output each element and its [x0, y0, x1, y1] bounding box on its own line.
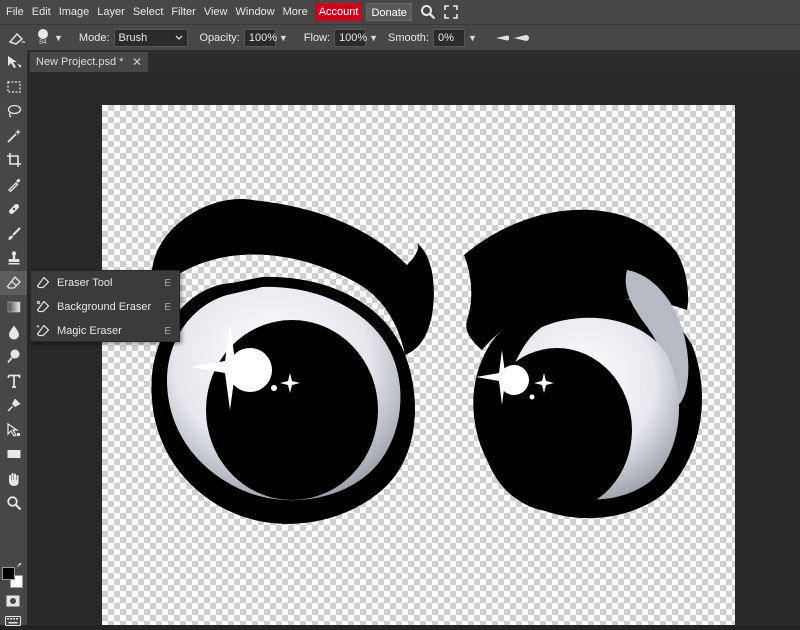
tools-panel — [0, 50, 27, 626]
menu-filter[interactable]: Filter — [167, 0, 199, 24]
brush-size-picker[interactable]: 84 — [35, 28, 51, 47]
flyout-magic-eraser[interactable]: Magic Eraser E — [31, 319, 179, 343]
fullscreen-icon[interactable] — [444, 5, 458, 19]
flyout-eraser-tool[interactable]: Eraser Tool E — [31, 271, 179, 295]
hand-tool-icon[interactable] — [0, 467, 27, 492]
document-tab-title: New Project.psd * — [36, 56, 124, 68]
gradient-tool-icon[interactable] — [0, 295, 27, 320]
shortcut-key: E — [164, 277, 171, 289]
pen-tool-icon[interactable] — [0, 393, 27, 418]
eraser-tool-flyout: Eraser Tool E Background Eraser E Magic … — [30, 270, 180, 342]
menu-view[interactable]: View — [200, 0, 232, 24]
smooth-input[interactable]: 0% — [432, 28, 465, 47]
canvas[interactable] — [102, 105, 735, 625]
pressure-size-icon[interactable] — [513, 34, 529, 42]
account-button[interactable]: Account — [314, 3, 363, 21]
shortcut-key: E — [164, 301, 171, 313]
mode-select[interactable]: Brush — [113, 28, 188, 47]
document-tab[interactable]: New Project.psd * ✕ — [30, 52, 148, 72]
eraser-preset-icon[interactable] — [7, 30, 27, 46]
mode-label: Mode: — [78, 31, 110, 44]
foreground-color-swatch[interactable] — [2, 567, 15, 580]
menu-more[interactable]: More — [279, 0, 312, 24]
brush-dropdown-icon[interactable]: ▼ — [54, 33, 63, 43]
crop-tool-icon[interactable] — [0, 148, 27, 173]
menu-image[interactable]: Image — [55, 0, 94, 24]
flow-input[interactable]: 100% — [334, 28, 367, 47]
smooth-dropdown-icon[interactable]: ▼ — [468, 33, 477, 43]
flow-dropdown-icon[interactable]: ▼ — [369, 33, 378, 43]
flyout-item-label: Background Eraser — [57, 301, 152, 313]
brush-size-value: 84 — [39, 38, 47, 46]
cartoon-eyes-artwork — [151, 199, 702, 524]
chevron-down-icon — [175, 35, 182, 40]
close-icon[interactable]: ✕ — [132, 52, 142, 72]
flow-label: Flow: — [303, 31, 331, 44]
marquee-tool-icon[interactable] — [0, 75, 27, 100]
brush-dot-icon — [38, 28, 48, 39]
flyout-item-label: Magic Eraser — [57, 325, 122, 337]
healing-tool-icon[interactable] — [0, 197, 27, 222]
menu-edit[interactable]: Edit — [28, 0, 55, 24]
tool-options-bar: 84 ▼ Mode: Brush Opacity: 100% ▼ Flow: 1… — [0, 24, 800, 50]
mode-value: Brush — [118, 31, 148, 44]
move-tool-icon[interactable] — [0, 50, 27, 75]
pressure-opacity-icon[interactable] — [495, 34, 509, 42]
path-select-tool-icon[interactable] — [0, 418, 27, 443]
clone-stamp-tool-icon[interactable] — [0, 246, 27, 271]
brush-tool-icon[interactable] — [0, 222, 27, 247]
zoom-tool-icon[interactable] — [0, 491, 27, 516]
opacity-label: Opacity: — [199, 31, 240, 44]
lasso-tool-icon[interactable] — [0, 99, 27, 124]
document-tab-bar: New Project.psd * ✕ — [27, 50, 800, 72]
menu-select[interactable]: Select — [129, 0, 168, 24]
shortcut-key: E — [164, 325, 171, 337]
smooth-label: Smooth: — [387, 31, 429, 44]
swap-colors-icon[interactable] — [17, 563, 25, 571]
eraser-tool-icon[interactable] — [0, 270, 27, 295]
menu-file[interactable]: File — [2, 0, 28, 24]
eraser-icon — [36, 276, 50, 290]
opacity-dropdown-icon[interactable]: ▼ — [279, 33, 288, 43]
type-tool-icon[interactable] — [0, 369, 27, 394]
magic-wand-tool-icon[interactable] — [0, 124, 27, 149]
search-icon[interactable] — [420, 4, 436, 20]
donate-button[interactable]: Donate — [366, 3, 412, 21]
quick-mask-icon[interactable] — [6, 595, 20, 607]
magic-eraser-icon — [36, 324, 50, 338]
blur-tool-icon[interactable] — [0, 320, 27, 345]
menu-layer[interactable]: Layer — [93, 0, 129, 24]
menu-window[interactable]: Window — [232, 0, 279, 24]
dodge-tool-icon[interactable] — [0, 344, 27, 369]
flyout-background-eraser[interactable]: Background Eraser E — [31, 295, 179, 319]
opacity-input[interactable]: 100% — [243, 28, 277, 47]
flyout-item-label: Eraser Tool — [57, 277, 113, 289]
shape-tool-icon[interactable] — [0, 442, 27, 467]
background-eraser-icon — [36, 300, 50, 314]
eyedropper-tool-icon[interactable] — [0, 173, 27, 198]
menu-bar: File Edit Image Layer Select Filter View… — [0, 0, 800, 24]
